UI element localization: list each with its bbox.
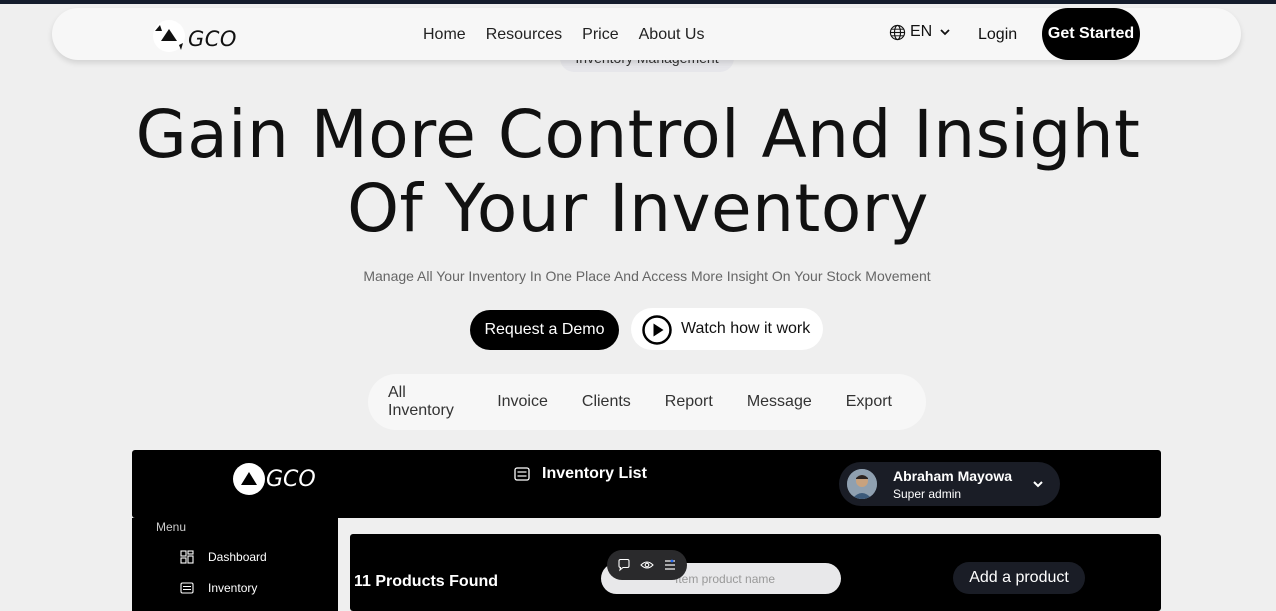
watch-video-label: Watch how it work	[681, 320, 811, 337]
products-count: 11 Products Found	[354, 573, 499, 590]
tab-message[interactable]: Message	[747, 393, 812, 411]
sidebar-item-dashboard[interactable]: Dashboard	[180, 550, 267, 564]
grid-icon	[180, 550, 194, 564]
logo-text: GCO	[188, 27, 237, 51]
nav-links: Home Resources Price About Us	[423, 26, 724, 44]
dashboard-page-title: Inventory List	[514, 465, 647, 483]
hero-subtitle: Manage All Your Inventory In One Place A…	[363, 268, 931, 284]
sidebar-menu-label: Menu	[156, 520, 187, 534]
sidebar-item-label: Dashboard	[208, 550, 267, 564]
watch-video-button[interactable]: Watch how it work	[631, 308, 823, 350]
sidebar-item-inventory[interactable]: Inventory	[180, 581, 257, 595]
user-menu[interactable]: Abraham Mayowa Super admin	[839, 462, 1060, 506]
user-info: Abraham Mayowa Super admin	[893, 468, 1012, 501]
hero-title: Gain More Control And Insight Of Your In…	[0, 98, 1276, 246]
nav-link-home[interactable]: Home	[423, 26, 466, 44]
tab-all-inventory[interactable]: All Inventory	[388, 384, 463, 420]
navbar: GCO Home Resources Price About Us EN Log…	[52, 8, 1241, 60]
feature-tabs: All Inventory Invoice Clients Report Mes…	[368, 374, 926, 430]
nav-link-resources[interactable]: Resources	[486, 26, 562, 44]
avatar	[847, 469, 877, 499]
user-name: Abraham Mayowa	[893, 467, 1013, 484]
comment-icon[interactable]	[617, 558, 631, 572]
filter-icon[interactable]	[663, 558, 677, 572]
list-icon	[180, 582, 194, 594]
dashboard-logo: GCO	[232, 462, 316, 496]
login-link[interactable]: Login	[978, 26, 1017, 44]
dashboard-page-title-text: Inventory List	[542, 465, 647, 482]
top-accent-line	[0, 0, 1276, 4]
hero-title-line-2: Of Your Inventory	[347, 170, 929, 247]
dashboard-logo-text: GCO	[266, 466, 316, 492]
dashboard-sidebar: Menu Dashboard Inventory	[132, 518, 338, 611]
nav-link-price[interactable]: Price	[582, 26, 618, 44]
add-product-button[interactable]: Add a product	[953, 562, 1085, 594]
sidebar-item-label: Inventory	[208, 581, 258, 595]
logo-icon	[153, 20, 185, 52]
user-role: Super admin	[893, 486, 962, 501]
get-started-button[interactable]: Get Started	[1042, 8, 1140, 60]
nav-link-about-us[interactable]: About Us	[639, 26, 705, 44]
play-icon	[642, 315, 672, 345]
tab-report[interactable]: Report	[665, 393, 713, 411]
tab-clients[interactable]: Clients	[582, 393, 631, 411]
floating-toolbar	[607, 550, 687, 580]
language-selector[interactable]: EN	[889, 23, 950, 41]
chevron-down-icon	[940, 29, 950, 36]
list-icon	[514, 467, 530, 481]
logo[interactable]: GCO	[152, 18, 237, 54]
eye-icon[interactable]	[640, 558, 654, 572]
request-demo-button[interactable]: Request a Demo	[470, 310, 619, 350]
globe-icon	[889, 24, 906, 40]
tab-export[interactable]: Export	[846, 393, 892, 411]
tab-invoice[interactable]: Invoice	[497, 393, 548, 411]
search-placeholder: Item product name	[675, 571, 776, 586]
chevron-down-icon	[1033, 481, 1043, 488]
inventory-content-panel: 11 Products Found Item product name Add …	[350, 534, 1161, 611]
hero-title-line-1: Gain More Control And Insight	[135, 96, 1141, 173]
language-label: EN	[910, 23, 933, 40]
dashboard-header: GCO Inventory List Abraham Mayowa Super …	[132, 450, 1161, 518]
dashboard-logo-icon	[233, 463, 265, 495]
